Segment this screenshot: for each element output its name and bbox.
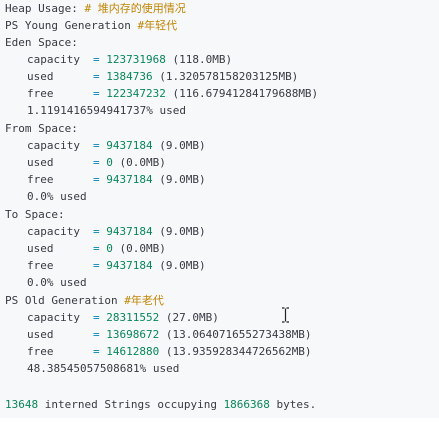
- eden-used-value: 1384736: [106, 70, 153, 83]
- old-capacity-eq: =: [93, 311, 100, 324]
- heap-usage-comment: # 堆内存的使用情况: [84, 2, 186, 15]
- from-capacity-eq: =: [93, 139, 100, 152]
- interned-count: 13648: [5, 398, 39, 411]
- eden-used-line: used = 1384736 (1.320578158203125MB): [27, 68, 298, 85]
- from-capacity-line: capacity = 9437184 (9.0MB): [27, 137, 206, 154]
- old-gen-label: PS Old Generation: [5, 294, 118, 307]
- old-used-eq: =: [93, 328, 100, 341]
- eden-capacity-eq: =: [93, 53, 100, 66]
- interned-suffix: bytes.: [276, 398, 317, 411]
- from-free-mb: (9.0MB): [159, 173, 206, 186]
- old-used-value: 13698672: [106, 328, 160, 341]
- to-space-label: To Space:: [5, 208, 65, 221]
- eden-free-mb: (116.67941284179688MB): [172, 87, 319, 100]
- eden-used-mb: (1.320578158203125MB): [159, 70, 299, 83]
- from-used-line: used = 0 (0.0MB): [27, 154, 166, 171]
- heap-usage-label: Heap Usage:: [5, 2, 78, 15]
- to-used-mb: (0.0MB): [119, 242, 166, 255]
- from-free-value: 9437184: [106, 173, 153, 186]
- to-used-value: 0: [106, 242, 113, 255]
- old-capacity-value: 28311552: [106, 311, 160, 324]
- young-gen-line: PS Young Generation #年轻代: [5, 17, 177, 34]
- to-capacity-value: 9437184: [106, 225, 153, 238]
- old-free-key: free: [27, 345, 54, 358]
- old-free-eq: =: [93, 345, 100, 358]
- eden-percent-used: 1.1191416594941737% used: [27, 104, 186, 117]
- to-percent-used: 0.0% used: [27, 276, 87, 289]
- old-percent-used: 48.38545057508681% used: [27, 362, 180, 375]
- old-gen-line: PS Old Generation #年老代: [5, 292, 164, 309]
- from-free-eq: =: [93, 173, 100, 186]
- old-free-line: free = 14612880 (13.935928344726562MB): [27, 343, 312, 360]
- eden-space-label: Eden Space:: [5, 36, 78, 49]
- to-used-key: used: [27, 242, 54, 255]
- from-used-mb: (0.0MB): [119, 156, 166, 169]
- eden-used-eq: =: [93, 70, 100, 83]
- from-free-line: free = 9437184 (9.0MB): [27, 171, 206, 188]
- eden-capacity-value: 123731968: [106, 53, 166, 66]
- from-used-value: 0: [106, 156, 113, 169]
- eden-free-eq: =: [93, 87, 100, 100]
- old-used-line: used = 13698672 (13.064071655273438MB): [27, 326, 312, 343]
- to-capacity-key: capacity: [27, 225, 80, 238]
- old-gen-comment: #年老代: [124, 294, 164, 307]
- old-used-key: used: [27, 328, 54, 341]
- old-capacity-key: capacity: [27, 311, 80, 324]
- from-space-label: From Space:: [5, 122, 78, 135]
- to-capacity-line: capacity = 9437184 (9.0MB): [27, 223, 206, 240]
- eden-free-key: free: [27, 87, 54, 100]
- from-used-eq: =: [93, 156, 100, 169]
- to-used-line: used = 0 (0.0MB): [27, 240, 166, 257]
- interned-strings-line: 13648 interned Strings occupying 1866368…: [5, 396, 316, 413]
- old-free-mb: (13.935928344726562MB): [165, 345, 312, 358]
- to-free-mb: (9.0MB): [159, 259, 206, 272]
- code-block: Heap Usage: # 堆内存的使用情况 PS Young Generati…: [0, 0, 439, 424]
- interned-text: interned Strings occupying: [44, 398, 217, 411]
- from-capacity-mb: (9.0MB): [159, 139, 206, 152]
- eden-free-value: 122347232: [106, 87, 166, 100]
- interned-bytes: 1866368: [223, 398, 270, 411]
- heap-usage-line: Heap Usage: # 堆内存的使用情况: [5, 0, 186, 17]
- from-used-key: used: [27, 156, 54, 169]
- eden-used-key: used: [27, 70, 54, 83]
- old-capacity-line: capacity = 28311552 (27.0MB): [27, 309, 219, 326]
- young-gen-comment: #年轻代: [137, 19, 178, 32]
- to-free-key: free: [27, 259, 54, 272]
- from-capacity-key: capacity: [27, 139, 80, 152]
- to-free-value: 9437184: [106, 259, 153, 272]
- from-capacity-value: 9437184: [106, 139, 153, 152]
- from-percent-used: 0.0% used: [27, 190, 87, 203]
- to-free-line: free = 9437184 (9.0MB): [27, 257, 206, 274]
- old-free-value: 14612880: [106, 345, 160, 358]
- from-free-key: free: [27, 173, 54, 186]
- old-capacity-mb: (27.0MB): [165, 311, 219, 324]
- to-capacity-mb: (9.0MB): [159, 225, 206, 238]
- to-capacity-eq: =: [93, 225, 100, 238]
- to-free-eq: =: [93, 259, 100, 272]
- eden-capacity-key: capacity: [27, 53, 80, 66]
- old-used-mb: (13.064071655273438MB): [165, 328, 312, 341]
- to-used-eq: =: [93, 242, 100, 255]
- bottom-strip: [0, 418, 439, 424]
- young-gen-label: PS Young Generation: [5, 19, 131, 32]
- eden-capacity-line: capacity = 123731968 (118.0MB): [27, 51, 232, 68]
- text-cursor-icon: [281, 307, 290, 323]
- eden-free-line: free = 122347232 (116.67941284179688MB): [27, 85, 318, 102]
- eden-capacity-mb: (118.0MB): [172, 53, 233, 66]
